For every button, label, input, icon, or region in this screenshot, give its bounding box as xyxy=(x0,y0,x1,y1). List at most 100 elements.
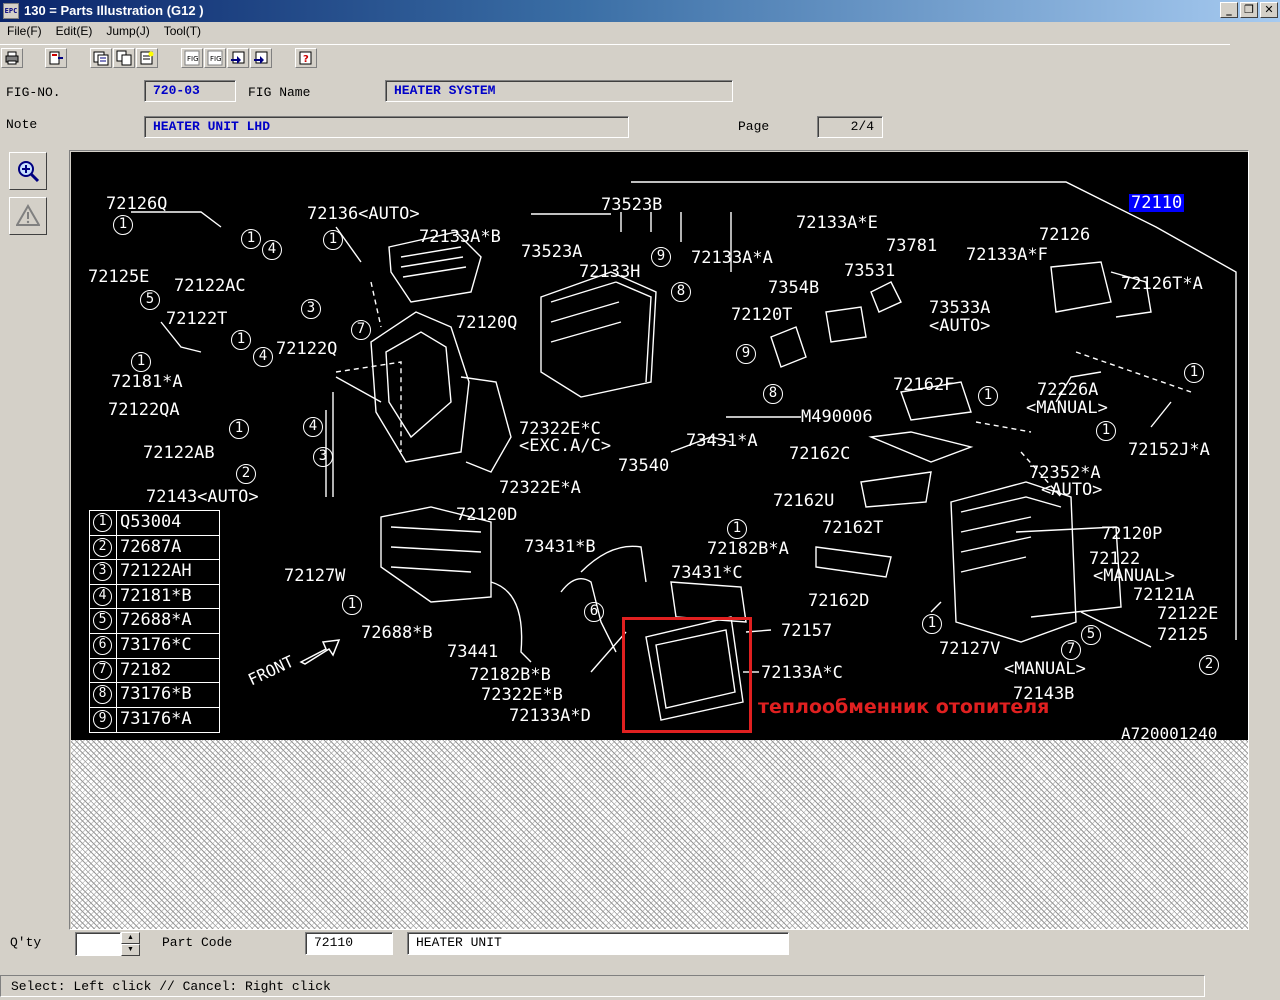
part-label[interactable]: 72162T xyxy=(822,519,883,537)
part-label[interactable]: 72181*A xyxy=(111,373,183,391)
ref-circle[interactable]: 1 xyxy=(229,419,249,439)
legend-row[interactable]: 1 Q53004 xyxy=(90,511,219,536)
part-label[interactable]: 72322E*B xyxy=(481,686,563,704)
part-label[interactable]: 72162U xyxy=(773,492,834,510)
legend-row[interactable]: 6 73176*C xyxy=(90,633,219,659)
ref-circle[interactable]: 3 xyxy=(301,299,321,319)
part-label[interactable]: 72182B*A xyxy=(707,540,789,558)
part-label[interactable]: 72182B*B xyxy=(469,666,551,684)
part-label[interactable]: 72133A*F xyxy=(966,246,1048,264)
title-bar[interactable]: EPC 130 = Parts Illustration (G12 ) _ ❐ … xyxy=(0,0,1280,22)
part-label[interactable]: 72125E xyxy=(88,268,149,286)
ref-circle[interactable]: 1 xyxy=(978,386,998,406)
legend-row[interactable]: 9 73176*A xyxy=(90,707,219,733)
ref-circle[interactable]: 3 xyxy=(313,447,333,467)
part-label[interactable]: 72120Q xyxy=(456,314,517,332)
exit-button[interactable] xyxy=(45,48,67,68)
ref-circle[interactable]: 1 xyxy=(323,230,343,250)
ref-circle[interactable]: 4 xyxy=(253,347,273,367)
part-label[interactable]: 72143<AUTO> xyxy=(146,488,259,506)
part-label[interactable]: 73540 xyxy=(618,457,669,475)
part-label[interactable]: <EXC.A/C> xyxy=(519,437,611,455)
part-label[interactable]: 72162C xyxy=(789,445,850,463)
part-label[interactable]: 72133A*E xyxy=(796,214,878,232)
menu-jump[interactable]: Jump(J) xyxy=(99,22,156,40)
app-icon[interactable]: EPC xyxy=(3,3,19,19)
ref-circle[interactable]: 6 xyxy=(584,602,604,622)
part-label[interactable]: 72127V xyxy=(939,640,1000,658)
part-label[interactable]: 73523B xyxy=(601,196,662,214)
qty-spinner[interactable]: ▲ ▼ xyxy=(121,932,140,956)
ref-circle[interactable]: 1 xyxy=(1184,363,1204,383)
legend-row[interactable]: 2 72687A xyxy=(90,535,219,561)
part-label[interactable]: 72226A xyxy=(1037,381,1098,399)
part-label[interactable]: 72688*B xyxy=(361,624,433,642)
ref-circle[interactable]: 2 xyxy=(236,464,256,484)
ref-circle[interactable]: 8 xyxy=(763,384,783,404)
note-field[interactable]: HEATER UNIT LHD xyxy=(144,116,629,138)
warning-button[interactable] xyxy=(9,197,47,235)
ref-circle[interactable]: 8 xyxy=(671,282,691,302)
part-label[interactable]: 72162D xyxy=(808,592,869,610)
legend-row[interactable]: 8 73176*B xyxy=(90,683,219,708)
ref-circle[interactable]: 1 xyxy=(922,614,942,634)
part-label[interactable]: 72133A*D xyxy=(509,707,591,725)
page-prev-button[interactable] xyxy=(227,48,249,68)
part-label[interactable]: 72122T xyxy=(166,310,227,328)
ref-circle[interactable]: 1 xyxy=(113,215,133,235)
part-label[interactable]: 72126 xyxy=(1039,226,1090,244)
zoom-button[interactable] xyxy=(9,152,47,190)
ref-circle[interactable]: 1 xyxy=(727,519,747,539)
page-field[interactable]: 2/4 xyxy=(817,116,883,138)
part-label[interactable]: 72157 xyxy=(781,622,832,640)
restore-button[interactable]: ❐ xyxy=(1240,2,1258,18)
ref-circle[interactable]: 1 xyxy=(131,352,151,372)
spin-up-icon[interactable]: ▲ xyxy=(121,932,140,944)
legend-row[interactable]: 7 72182 xyxy=(90,658,219,684)
part-label[interactable]: 72125 xyxy=(1157,626,1208,644)
fig-prev-button[interactable]: FIG xyxy=(181,48,203,68)
part-label[interactable]: 72120P xyxy=(1101,525,1162,543)
part-label[interactable]: <MANUAL> xyxy=(1004,660,1086,678)
fig-no-field[interactable]: 720-03 xyxy=(144,80,236,102)
part-label[interactable]: 72122QA xyxy=(108,401,180,419)
part-label[interactable]: M490006 xyxy=(801,408,873,426)
ref-circle[interactable]: 9 xyxy=(736,344,756,364)
ref-circle[interactable]: 1 xyxy=(1096,421,1116,441)
copy-button[interactable] xyxy=(113,48,135,68)
part-label[interactable]: 7354B xyxy=(768,279,819,297)
part-label[interactable]: 72122E xyxy=(1157,605,1218,623)
menu-file[interactable]: File(F) xyxy=(0,22,49,40)
ref-circle[interactable]: 7 xyxy=(351,320,371,340)
part-label[interactable]: <MANUAL> xyxy=(1026,399,1108,417)
part-label[interactable]: 73781 xyxy=(886,237,937,255)
list-button[interactable] xyxy=(90,48,112,68)
part-label[interactable]: 72162F xyxy=(893,376,954,394)
ref-circle[interactable]: 1 xyxy=(231,330,251,350)
part-label[interactable]: 72322E*A xyxy=(499,479,581,497)
fig-next-button[interactable]: FIG xyxy=(204,48,226,68)
legend-row[interactable]: 5 72688*A xyxy=(90,609,219,634)
part-label[interactable]: 72122AB xyxy=(143,444,215,462)
part-label[interactable]: 73431*C xyxy=(671,564,743,582)
menu-tool[interactable]: Tool(T) xyxy=(157,22,208,40)
print-button[interactable] xyxy=(1,48,23,68)
part-code-field[interactable]: 72110 xyxy=(305,932,393,955)
minimize-button[interactable]: _ xyxy=(1220,2,1238,18)
ref-circle[interactable]: 7 xyxy=(1061,640,1081,660)
part-label[interactable]: 72126Q xyxy=(106,195,167,213)
ref-circle[interactable]: 5 xyxy=(1081,625,1101,645)
part-label[interactable]: 73533A xyxy=(929,299,990,317)
part-name-field[interactable]: HEATER UNIT xyxy=(407,932,789,955)
part-label[interactable]: 72133A*C xyxy=(761,664,843,682)
note-button[interactable] xyxy=(136,48,158,68)
part-label[interactable]: 72120T xyxy=(731,306,792,324)
ref-circle[interactable]: 5 xyxy=(140,290,160,310)
spin-down-icon[interactable]: ▼ xyxy=(121,944,140,956)
part-label[interactable]: 73431*A xyxy=(686,432,758,450)
ref-circle[interactable]: 1 xyxy=(241,229,261,249)
part-label[interactable]: 72122Q xyxy=(276,340,337,358)
part-label[interactable]: 72152J*A xyxy=(1128,441,1210,459)
part-label[interactable]: 72127W xyxy=(284,567,345,585)
fig-name-field[interactable]: HEATER SYSTEM xyxy=(385,80,733,102)
